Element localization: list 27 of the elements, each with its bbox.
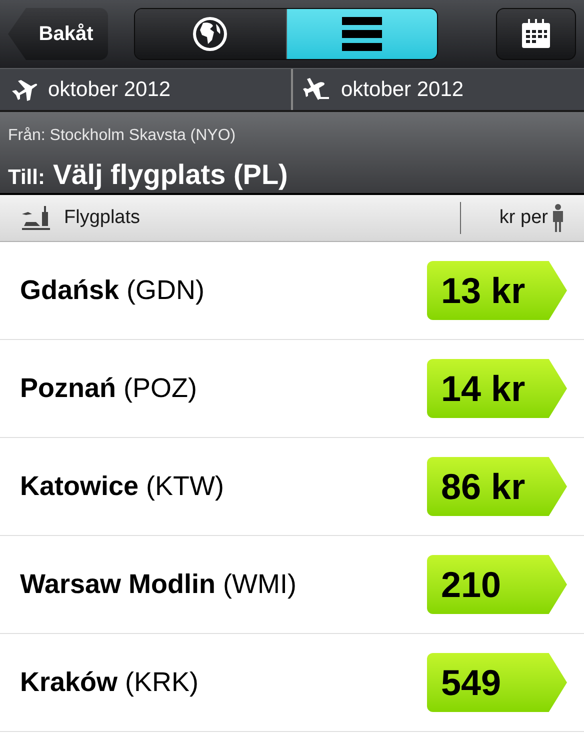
date-label[interactable]: oktober 2012 xyxy=(341,74,464,106)
price-tag[interactable]: 549 xyxy=(427,653,567,712)
view-segment[interactable] xyxy=(286,9,437,59)
globe-icon xyxy=(191,15,230,53)
destination-text: Välj flygplats (PL) xyxy=(52,158,288,192)
airport-name[interactable]: Kraków (KRK) xyxy=(20,662,199,703)
destination-label: Till: xyxy=(8,165,45,191)
airport-name[interactable]: Poznań (POZ) xyxy=(20,368,198,409)
price-tag[interactable]: 86 kr xyxy=(427,457,567,516)
price-tag[interactable]: 210 xyxy=(427,555,567,614)
column-header: kr per xyxy=(499,206,548,230)
airport-tower-icon xyxy=(20,204,52,232)
price-tag[interactable]: 13 kr xyxy=(427,261,567,320)
airport-name[interactable]: Katowice (KTW) xyxy=(20,466,224,507)
column-header: Flygplats xyxy=(64,206,140,230)
calendar-button[interactable] xyxy=(496,8,576,60)
price-tag[interactable]: 14 kr xyxy=(427,359,567,418)
date-label[interactable]: oktober 2012 xyxy=(48,74,171,106)
view-segment[interactable] xyxy=(135,9,286,59)
origin-text: Från: Stockholm Skavsta (NYO) xyxy=(8,126,237,146)
airplane-icon xyxy=(303,76,331,102)
airport-name[interactable]: Gdańsk (GDN) xyxy=(20,270,205,311)
list-icon xyxy=(342,17,382,51)
back-button[interactable]: Bakåt xyxy=(8,8,108,60)
airport-name[interactable]: Warsaw Modlin (WMI) xyxy=(20,564,296,605)
person-icon xyxy=(552,204,564,232)
calendar-icon xyxy=(520,18,552,50)
